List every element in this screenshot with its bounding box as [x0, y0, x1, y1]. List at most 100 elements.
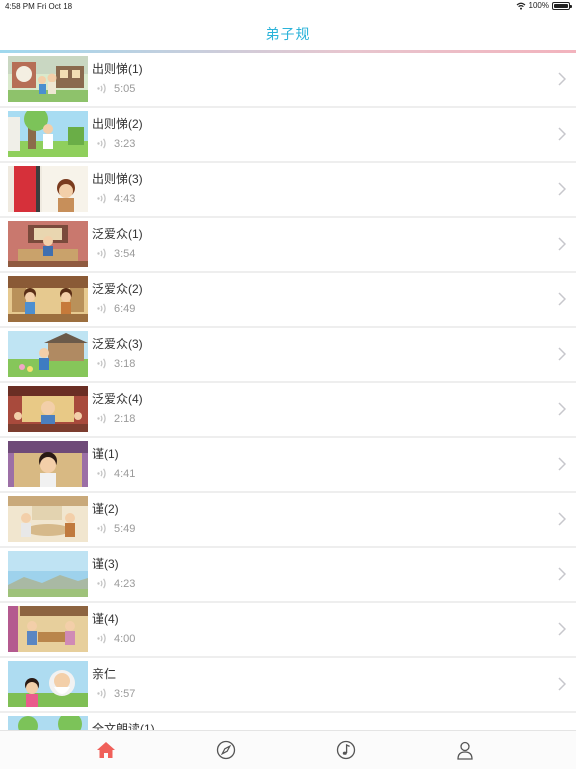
wifi-icon [516, 2, 525, 10]
audio-info: 4:00 [96, 632, 135, 645]
lesson-thumbnail [8, 276, 88, 322]
lesson-title: 全文朗读(1) [92, 722, 155, 730]
lesson-row[interactable]: 泛爱众(3) 3:18 [0, 328, 576, 383]
audio-info: 3:23 [96, 137, 135, 150]
lesson-title: 谨(1) [92, 447, 119, 461]
lesson-title: 谨(4) [92, 612, 119, 626]
speaker-icon [97, 193, 106, 204]
lesson-row[interactable]: 泛爱众(2) 6:49 [0, 273, 576, 328]
lesson-duration: 3:57 [114, 687, 136, 700]
lesson-row[interactable]: 全文朗读(1) [0, 713, 576, 730]
lesson-row[interactable]: 出则悌(2) 3:23 [0, 108, 576, 163]
battery-icon [552, 1, 572, 10]
music-note-icon[interactable] [335, 739, 357, 761]
speaker-icon [97, 633, 106, 644]
compass-icon[interactable] [215, 739, 237, 761]
chevron-right-icon [558, 457, 566, 471]
lesson-duration: 5:49 [114, 522, 136, 535]
lesson-row[interactable]: 谨(1) 4:41 [0, 438, 576, 493]
chevron-right-icon [558, 127, 566, 141]
lesson-thumbnail [8, 166, 88, 212]
speaker-icon [97, 413, 106, 424]
audio-info: 3:18 [96, 357, 135, 370]
lesson-thumbnail [8, 606, 88, 652]
lesson-duration: 4:00 [114, 632, 136, 645]
chevron-right-icon [558, 567, 566, 581]
audio-info: 3:54 [96, 247, 135, 260]
speaker-icon [97, 578, 106, 589]
lesson-duration: 3:23 [114, 137, 136, 150]
lesson-duration: 5:05 [114, 82, 136, 95]
lesson-duration: 3:18 [114, 357, 136, 370]
lesson-title: 出则悌(2) [92, 117, 143, 131]
home-icon[interactable] [95, 739, 117, 761]
chevron-right-icon [558, 292, 566, 306]
lesson-thumbnail [8, 441, 88, 487]
lesson-thumbnail [8, 661, 88, 707]
lesson-duration: 2:18 [114, 412, 136, 425]
page-title: 弟子规 [265, 26, 311, 42]
chevron-right-icon [558, 677, 566, 691]
audio-info: 6:49 [96, 302, 135, 315]
speaker-icon [97, 248, 106, 259]
lesson-title: 泛爱众(1) [92, 227, 143, 241]
lesson-duration: 3:54 [114, 247, 136, 260]
lesson-thumbnail [8, 111, 88, 157]
nav-bar: 弟子规 [0, 14, 576, 52]
lesson-thumbnail [8, 716, 88, 730]
lesson-title: 亲仁 [92, 667, 117, 681]
lesson-row[interactable]: 谨(2) 5:49 [0, 493, 576, 548]
audio-info: 3:57 [96, 687, 135, 700]
speaker-icon [97, 303, 106, 314]
lesson-title: 泛爱众(4) [92, 392, 143, 406]
lesson-row[interactable]: 出则悌(1) 5:05 [0, 53, 576, 108]
tab-bar [0, 730, 576, 769]
lesson-title: 出则悌(3) [92, 172, 143, 186]
audio-info: 2:18 [96, 412, 135, 425]
chevron-right-icon [558, 402, 566, 416]
lesson-title: 谨(2) [92, 502, 119, 516]
lesson-row[interactable]: 谨(3) 4:23 [0, 548, 576, 603]
speaker-icon [97, 83, 106, 94]
lesson-row[interactable]: 出则悌(3) 4:43 [0, 163, 576, 218]
lesson-thumbnail [8, 331, 88, 377]
lesson-row[interactable]: 泛爱众(1) 3:54 [0, 218, 576, 273]
lesson-row[interactable]: 亲仁 3:57 [0, 658, 576, 713]
chevron-right-icon [558, 72, 566, 86]
status-indicators: 100% [516, 1, 572, 10]
lesson-row[interactable]: 泛爱众(4) 2:18 [0, 383, 576, 438]
chevron-right-icon [558, 347, 566, 361]
lesson-duration: 4:43 [114, 192, 136, 205]
chevron-right-icon [558, 512, 566, 526]
lesson-thumbnail [8, 551, 88, 597]
user-icon[interactable] [454, 739, 476, 761]
audio-info: 4:23 [96, 577, 135, 590]
audio-info: 5:05 [96, 82, 135, 95]
lesson-thumbnail [8, 221, 88, 267]
speaker-icon [97, 688, 106, 699]
chevron-right-icon [558, 622, 566, 636]
lesson-list[interactable]: 出则悌(1) 5:05 出则悌(2) 3:23 出则悌(3) 4:43 泛爱众(… [0, 53, 576, 730]
lesson-row[interactable]: 谨(4) 4:00 [0, 603, 576, 658]
lesson-title: 谨(3) [92, 557, 119, 571]
speaker-icon [97, 358, 106, 369]
lesson-thumbnail [8, 386, 88, 432]
chevron-right-icon [558, 237, 566, 251]
status-bar: 4:58 PM Fri Oct 18 100% [0, 0, 576, 14]
speaker-icon [97, 138, 106, 149]
chevron-right-icon [558, 182, 566, 196]
lesson-title: 泛爱众(2) [92, 282, 143, 296]
audio-info: 4:41 [96, 467, 135, 480]
lesson-title: 泛爱众(3) [92, 337, 143, 351]
audio-info: 5:49 [96, 522, 135, 535]
lesson-thumbnail [8, 56, 88, 102]
audio-info: 4:43 [96, 192, 135, 205]
status-date: Fri Oct 18 [37, 2, 73, 11]
battery-percent: 100% [528, 1, 549, 10]
speaker-icon [97, 523, 106, 534]
lesson-duration: 6:49 [114, 302, 136, 315]
speaker-icon [97, 468, 106, 479]
lesson-title: 出则悌(1) [92, 62, 143, 76]
status-time: 4:58 PM [5, 2, 35, 11]
lesson-duration: 4:23 [114, 577, 136, 590]
